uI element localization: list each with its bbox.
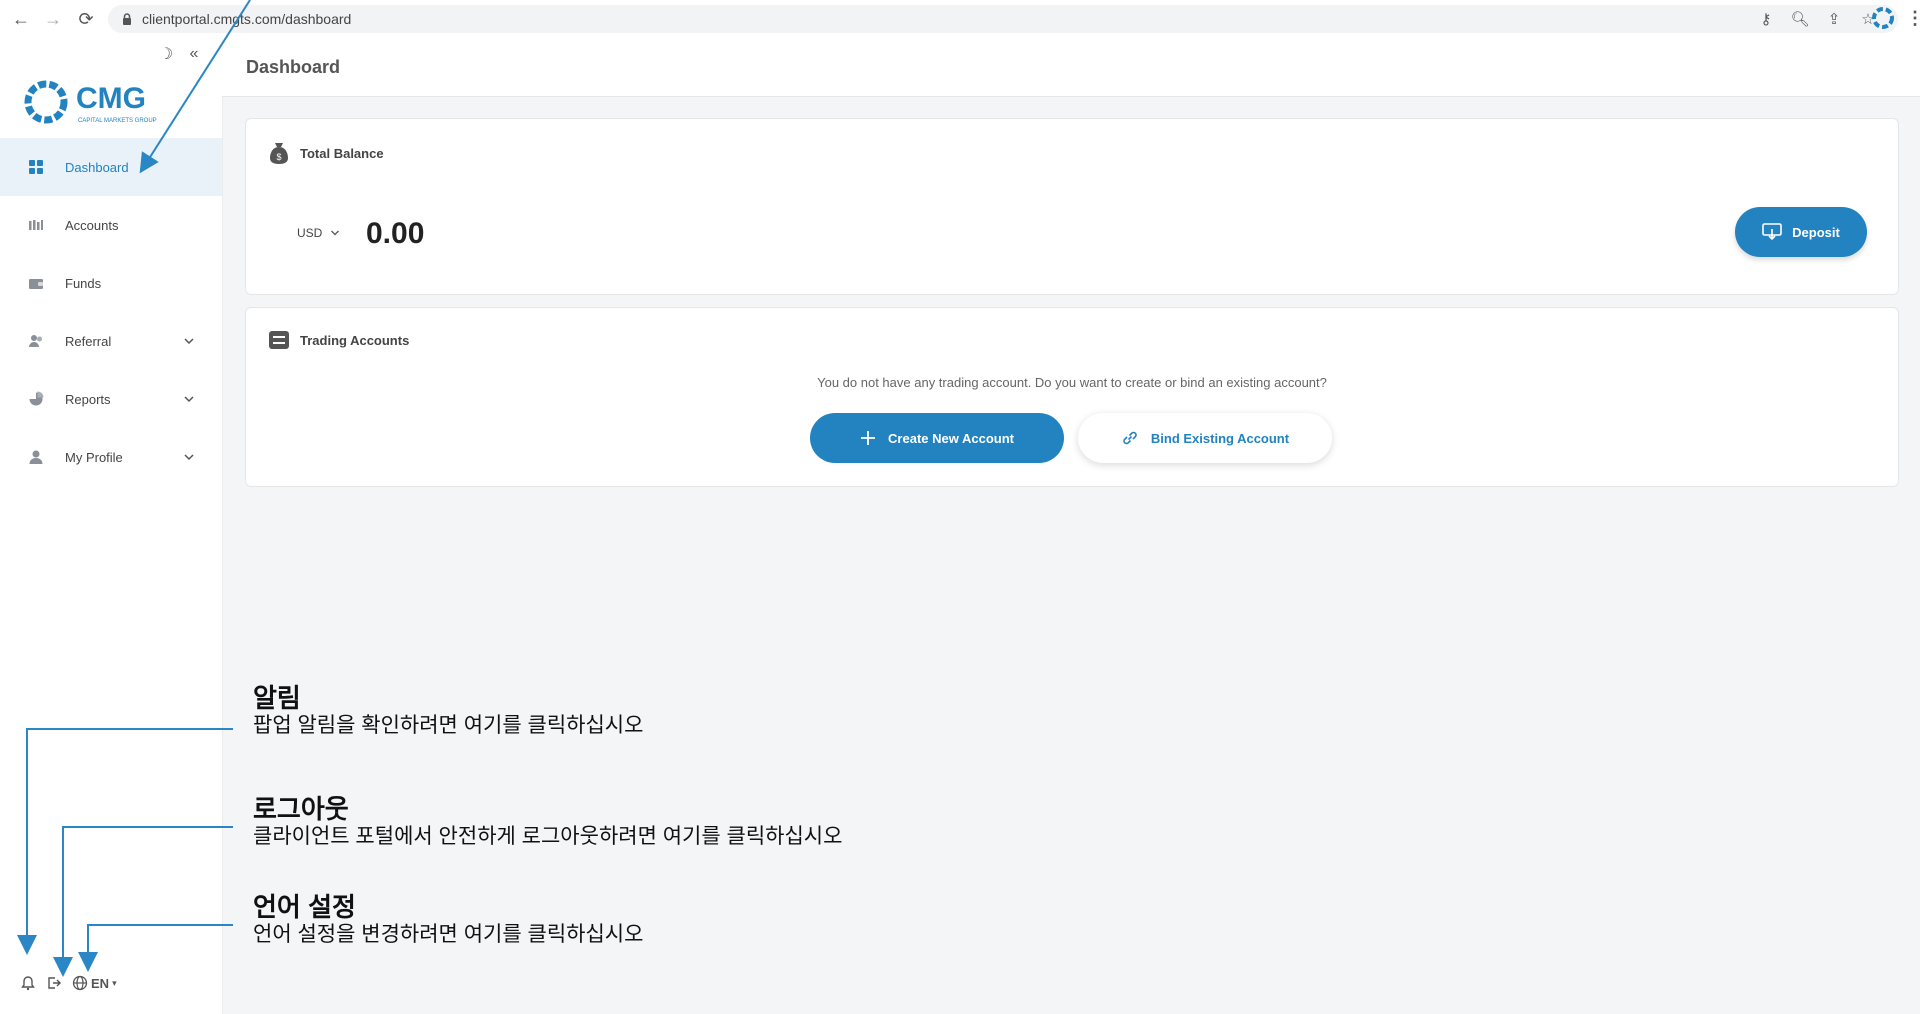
deposit-icon [1762, 223, 1782, 241]
svg-text:CMG: CMG [76, 82, 146, 115]
plus-icon [861, 431, 876, 445]
sidebar-item-referral[interactable]: Referral [0, 312, 222, 370]
bind-existing-account-button[interactable]: Bind Existing Account [1078, 413, 1332, 463]
sidebar-item-label: Dashboard [65, 159, 129, 175]
sidebar-item-reports[interactable]: Reports [0, 370, 222, 428]
url-text: clientportal.cmgts.com/dashboard [142, 11, 352, 27]
page-title: Dashboard [246, 57, 341, 77]
logout-icon[interactable] [46, 975, 62, 991]
annotation-notifications: 알림 팝업 알림을 확인하려면 여기를 클릭하십시오 [253, 683, 643, 739]
svg-text:CAPITAL MARKETS GROUP: CAPITAL MARKETS GROUP [78, 118, 157, 124]
sidebar-item-label: Reports [65, 391, 111, 407]
deposit-button[interactable]: Deposit [1735, 207, 1867, 257]
card-title: Total Balance [300, 145, 384, 161]
reload-icon[interactable]: ⟳ [75, 8, 97, 30]
wallet-icon [29, 279, 43, 289]
browser-toolbar: ← → ⟳ clientportal.cmgts.com/dashboard ⚷… [0, 0, 1920, 39]
chevron-down-icon [184, 454, 194, 461]
browser-menu-icon[interactable]: ⋮ [1906, 8, 1920, 29]
caret-down-icon: ▾ [112, 977, 117, 988]
total-balance-card: $ Total Balance USD 0.00 Deposit [245, 118, 1899, 295]
currency-label: USD [297, 226, 323, 240]
card-title: Trading Accounts [300, 332, 410, 348]
lock-icon [123, 13, 131, 25]
trading-accounts-card: Trading Accounts You do not have any tra… [245, 307, 1899, 487]
key-icon[interactable]: ⚷ [1756, 9, 1776, 29]
dark-mode-moon-icon[interactable]: ☽ [158, 46, 174, 63]
currency-selector[interactable]: USD [297, 226, 340, 240]
language-label: EN [91, 975, 110, 991]
bind-account-label: Bind Existing Account [1150, 430, 1290, 446]
chevron-down-icon [184, 338, 194, 345]
create-account-label: Create New Account [888, 430, 1014, 446]
annotation-title: 언어 설정 [253, 892, 356, 922]
sidebar-item-my-profile[interactable]: My Profile [0, 428, 222, 486]
sidebar-nav: Dashboard Accounts Funds Referral Report… [0, 138, 222, 486]
share-icon[interactable]: ⇪ [1824, 9, 1844, 29]
users-icon [29, 335, 42, 347]
create-new-account-button[interactable]: Create New Account [810, 413, 1064, 463]
chevron-down-icon [331, 230, 340, 236]
accounts-icon [29, 220, 43, 230]
annotation-description: 클라이언트 포털에서 안전하게 로그아웃하려면 여기를 클릭하십시오 [253, 825, 843, 848]
annotation-title: 로그아웃 [253, 794, 349, 824]
svg-text:$: $ [276, 152, 281, 162]
sidebar-item-label: My Profile [65, 449, 123, 465]
sidebar-item-dashboard[interactable]: Dashboard [0, 138, 222, 196]
page-header: Dashboard [222, 38, 1920, 97]
pie-chart-icon [29, 391, 44, 406]
cmg-logo[interactable]: CMG CAPITAL MARKETS GROUP [20, 72, 180, 132]
address-bar[interactable]: clientportal.cmgts.com/dashboard ⚷ 🔍︎ ⇪ … [108, 5, 1898, 33]
zoom-icon[interactable]: 🔍︎ [1790, 9, 1810, 29]
money-bag-icon: $ [270, 143, 288, 164]
sidebar-item-funds[interactable]: Funds [0, 254, 222, 312]
balance-amount: 0.00 [366, 217, 425, 250]
annotation-logout: 로그아웃 클라이언트 포털에서 안전하게 로그아웃하려면 여기를 클릭하십시오 [253, 794, 842, 850]
sidebar: ☽ « CMG CAPITAL MARKETS GROUP Dashboard … [0, 38, 223, 1014]
sidebar-item-label: Funds [65, 275, 102, 291]
trading-accounts-icon [269, 331, 289, 349]
globe-icon [72, 975, 88, 991]
forward-arrow-icon[interactable]: → [42, 8, 64, 30]
language-selector[interactable]: EN ▾ [72, 975, 117, 991]
chevron-down-icon [184, 396, 194, 403]
sidebar-item-label: Accounts [65, 217, 119, 233]
sidebar-item-label: Referral [65, 333, 112, 349]
link-icon [1123, 431, 1137, 445]
empty-state-message: You do not have any trading account. Do … [817, 375, 1327, 390]
annotation-language: 언어 설정 언어 설정을 변경하려면 여기를 클릭하십시오 [253, 892, 643, 948]
annotation-title: 알림 [253, 683, 301, 713]
user-icon [29, 450, 43, 464]
annotation-description: 언어 설정을 변경하려면 여기를 클릭하십시오 [253, 923, 644, 946]
dashboard-icon [29, 160, 43, 174]
deposit-label: Deposit [1792, 224, 1840, 240]
bell-icon[interactable] [20, 975, 36, 991]
extension-logo-icon[interactable] [1871, 6, 1895, 30]
back-arrow-icon[interactable]: ← [10, 8, 32, 30]
collapse-sidebar-icon[interactable]: « [186, 45, 202, 62]
sidebar-item-accounts[interactable]: Accounts [0, 196, 222, 254]
annotation-description: 팝업 알림을 확인하려면 여기를 클릭하십시오 [253, 714, 644, 737]
